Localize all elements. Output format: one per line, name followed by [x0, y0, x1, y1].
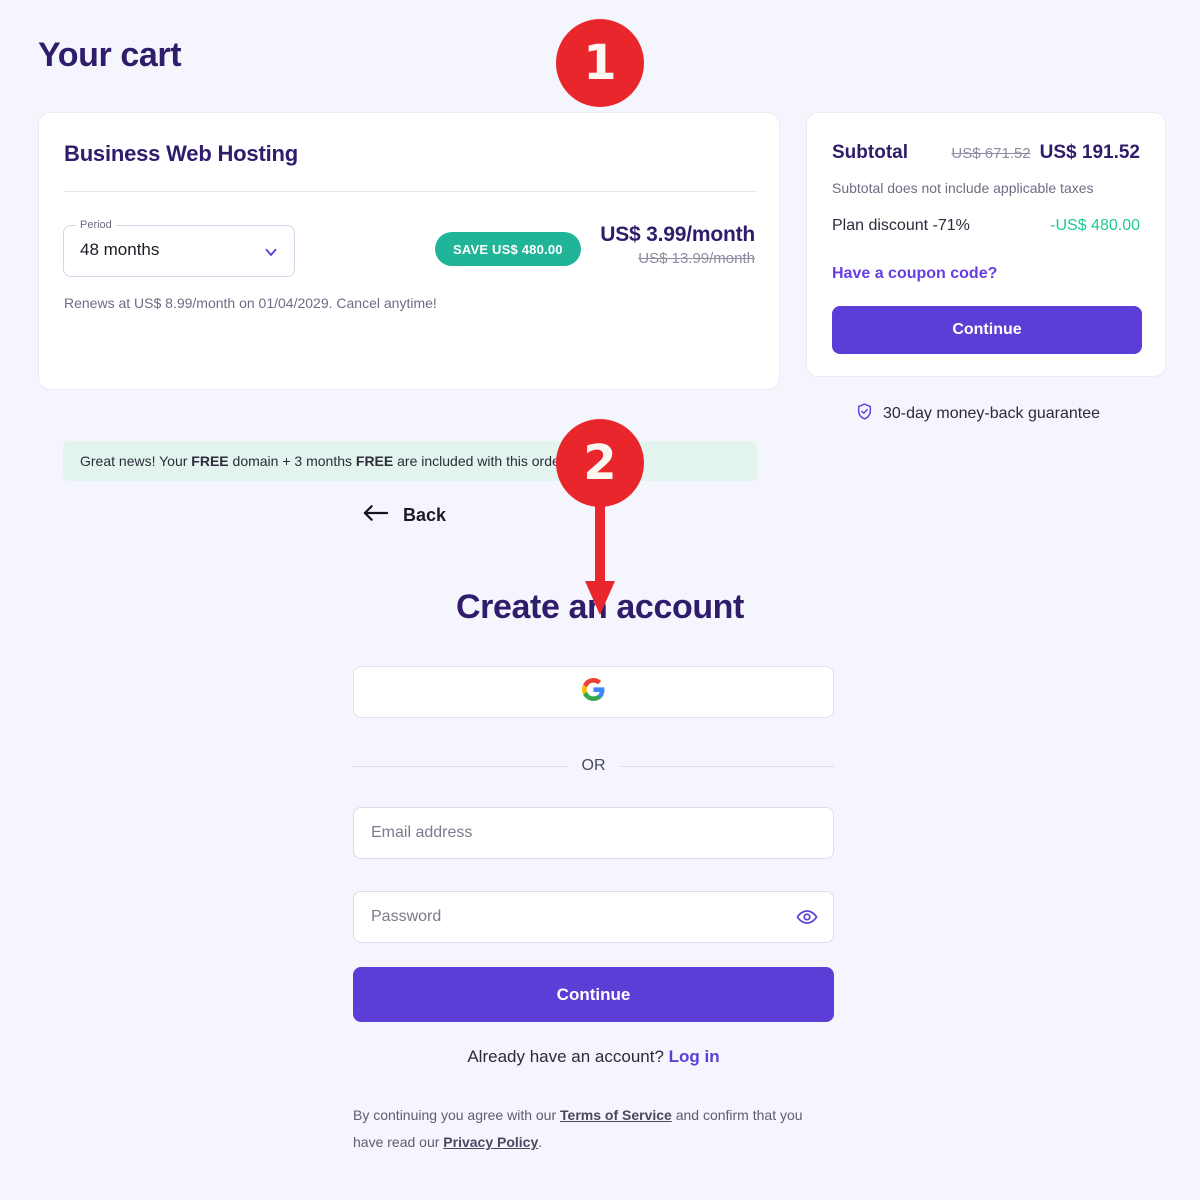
legal-part3: . [538, 1134, 543, 1150]
period-label: Period [76, 218, 116, 232]
plan-discount-row: Plan discount -71% -US$ 480.00 [832, 217, 1140, 235]
already-have-account: Already have an account? Log in [353, 1047, 834, 1067]
subtotal-row: Subtotal US$ 671.52 US$ 191.52 [832, 142, 1140, 164]
divider-label: OR [581, 757, 606, 774]
shield-check-icon [855, 402, 874, 426]
period-select-wrapper: Period 48 months [63, 218, 295, 277]
divider-line-left [353, 765, 568, 767]
subtotal-final-amount: US$ 191.52 [1039, 142, 1140, 163]
signup-form: OR Continue Already have an account? Log… [353, 666, 834, 1156]
free-banner-part2: domain + 3 months [228, 453, 356, 469]
or-divider: OR [353, 757, 834, 775]
guarantee-label: 30-day money-back guarantee [883, 405, 1101, 422]
privacy-policy-link[interactable]: Privacy Policy [443, 1134, 538, 1150]
price-original: US$ 13.99/month [638, 250, 755, 267]
product-title: Business Web Hosting [64, 141, 298, 166]
subtotal-label: Subtotal [832, 142, 908, 163]
subtotal-card: Subtotal US$ 671.52 US$ 191.52 Subtotal … [806, 112, 1166, 377]
coupon-code-link[interactable]: Have a coupon code? [832, 265, 997, 283]
legal-part1: By continuing you agree with our [353, 1107, 561, 1123]
save-badge: SAVE US$ 480.00 [435, 232, 581, 266]
email-input[interactable] [353, 807, 834, 859]
plan-discount-value: -US$ 480.00 [1050, 217, 1140, 234]
chevron-down-icon [262, 243, 280, 261]
google-signup-button[interactable] [353, 666, 834, 718]
already-text: Already have an account? [467, 1047, 669, 1066]
subtotal-continue-button[interactable]: Continue [832, 306, 1142, 354]
eye-icon[interactable] [796, 906, 818, 928]
subtotal-amounts: US$ 671.52 US$ 191.52 [951, 142, 1140, 164]
email-field-wrapper [353, 807, 834, 859]
cart-product-card: Business Web Hosting Period 48 months SA… [38, 112, 780, 481]
price-current: US$ 3.99/month [600, 223, 755, 246]
free-banner-free1: FREE [191, 453, 229, 469]
arrow-left-icon [362, 503, 389, 528]
price-block: US$ 3.99/month US$ 13.99/month [600, 223, 755, 267]
annotation-marker-1-label: 1 [556, 19, 644, 107]
signup-continue-button[interactable]: Continue [353, 967, 834, 1022]
subtotal-tax-note: Subtotal does not include applicable tax… [832, 180, 1094, 196]
annotation-marker-2: 2 [556, 419, 644, 615]
free-inclusions-banner: Great news! Your FREE domain + 3 months … [63, 441, 757, 481]
subtotal-original-amount: US$ 671.52 [951, 145, 1031, 162]
free-banner-text: Great news! Your FREE domain + 3 months … [80, 453, 568, 469]
page-title: Your cart [38, 36, 182, 74]
annotation-arrow-down-icon [585, 489, 615, 615]
period-selected-value: 48 months [80, 240, 160, 259]
back-label: Back [403, 505, 447, 525]
legal-text: By continuing you agree with our Terms o… [353, 1102, 813, 1156]
money-back-guarantee: 30-day money-back guarantee [855, 402, 1100, 426]
free-banner-free2: FREE [355, 453, 394, 469]
divider-line-right [619, 765, 834, 767]
card-divider [63, 191, 757, 192]
free-banner-part3: are included with this order. [393, 453, 568, 469]
free-banner-part1: Great news! Your [80, 453, 192, 469]
period-select[interactable]: Period 48 months [63, 218, 295, 277]
password-field-wrapper [353, 891, 834, 943]
terms-of-service-link[interactable]: Terms of Service [560, 1107, 672, 1123]
plan-discount-label: Plan discount -71% [832, 217, 970, 234]
google-logo-icon [581, 677, 606, 707]
renewal-note: Renews at US$ 8.99/month on 01/04/2029. … [64, 295, 437, 311]
back-button[interactable]: Back [362, 503, 446, 528]
login-link[interactable]: Log in [669, 1047, 720, 1066]
password-input[interactable] [353, 891, 834, 943]
annotation-marker-1: 1 [556, 19, 644, 107]
